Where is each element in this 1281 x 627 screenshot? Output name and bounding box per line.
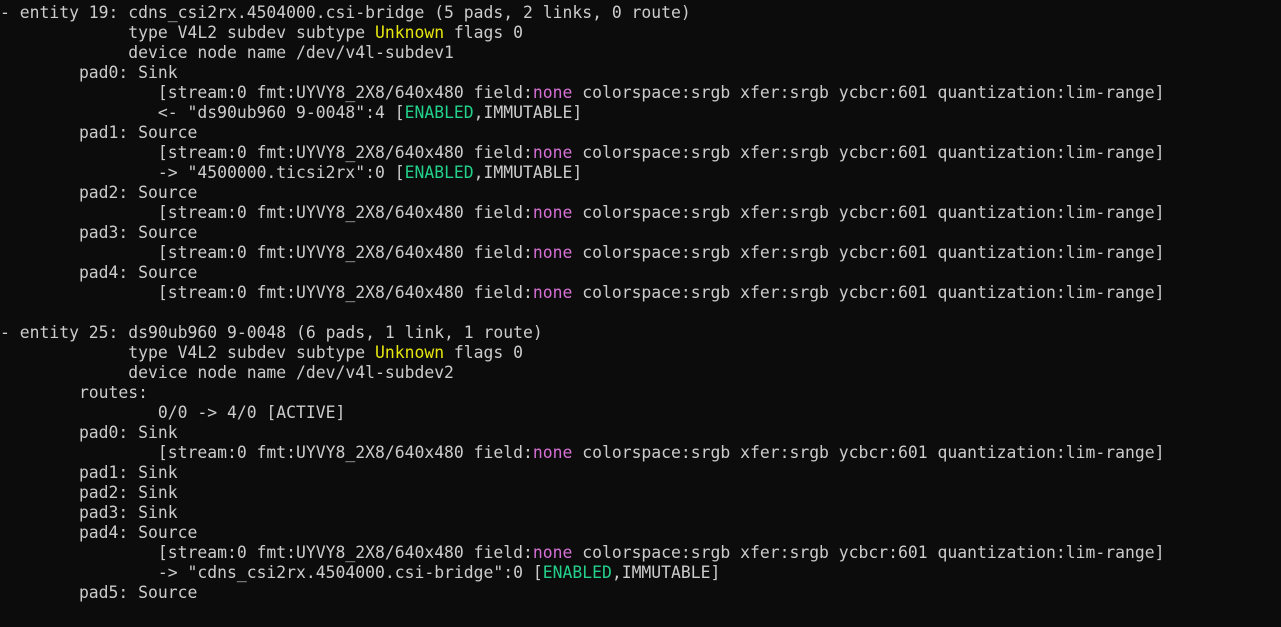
terminal-text-segment: device node name /dev/v4l-subdev2: [0, 363, 454, 382]
terminal-text-segment: pad1: Sink: [0, 463, 178, 482]
terminal-line-entity-25-pad0-format: [stream:0 fmt:UYVY8_2X8/640x480 field:no…: [0, 443, 1165, 463]
terminal-text-segment: none: [532, 283, 573, 302]
terminal-text-segment: ENABLED: [542, 563, 612, 582]
terminal-text-segment: pad3: Source: [0, 223, 198, 242]
terminal-text-segment: colorspace:srgb xfer:srgb ycbcr:601 quan…: [572, 283, 1165, 302]
terminal-line-entity-19-pad4: pad4: Source: [0, 263, 197, 283]
terminal-text-segment: colorspace:srgb xfer:srgb ycbcr:601 quan…: [572, 443, 1165, 462]
terminal-text-segment: colorspace:srgb xfer:srgb ycbcr:601 quan…: [572, 143, 1165, 162]
terminal-text-segment: ENABLED: [404, 103, 474, 122]
terminal-text-segment: flags 0: [444, 23, 524, 42]
terminal-text-segment: type V4L2 subdev subtype: [0, 23, 375, 42]
terminal-line-entity-25-routes: routes:: [0, 383, 148, 403]
terminal-text-segment: pad2: Source: [0, 183, 198, 202]
terminal-text-segment: 0/0 -> 4/0 [ACTIVE]: [0, 403, 346, 422]
terminal-text-segment: none: [532, 83, 573, 102]
terminal-text-segment: ,IMMUTABLE]: [473, 163, 583, 182]
terminal-line-entity-19-pad0: pad0: Sink: [0, 63, 178, 83]
terminal-line-entity-25-pad4: pad4: Source: [0, 523, 197, 543]
terminal-text-segment: colorspace:srgb xfer:srgb ycbcr:601 quan…: [572, 543, 1165, 562]
terminal-text-segment: routes:: [0, 383, 149, 402]
terminal-text-segment: none: [532, 543, 573, 562]
terminal-line-entity-25-pad4-format: [stream:0 fmt:UYVY8_2X8/640x480 field:no…: [0, 543, 1165, 563]
terminal-text-segment: [stream:0 fmt:UYVY8_2X8/640x480 field:: [0, 83, 533, 102]
terminal-line-entity-25-device-node: device node name /dev/v4l-subdev2: [0, 363, 454, 383]
terminal-line-entity-25-pad2: pad2: Sink: [0, 483, 178, 503]
terminal-text-segment: pad4: Source: [0, 523, 198, 542]
terminal-text-segment: -> "cdns_csi2rx.4504000.csi-bridge":0 [: [0, 563, 543, 582]
terminal-output[interactable]: - entity 19: cdns_csi2rx.4504000.csi-bri…: [0, 0, 1281, 627]
terminal-text-segment: [stream:0 fmt:UYVY8_2X8/640x480 field:: [0, 543, 533, 562]
terminal-line-entity-19-pad3-format: [stream:0 fmt:UYVY8_2X8/640x480 field:no…: [0, 243, 1165, 263]
terminal-line-entity-25-pad1: pad1: Sink: [0, 463, 178, 483]
terminal-text-segment: ,IMMUTABLE]: [611, 563, 721, 582]
terminal-text-segment: flags 0: [444, 343, 524, 362]
terminal-text-segment: none: [532, 143, 573, 162]
terminal-text-segment: none: [532, 203, 573, 222]
terminal-line-entity-19-pad2: pad2: Source: [0, 183, 197, 203]
terminal-line-entity-19-pad0-link: <- "ds90ub960 9-0048":4 [ENABLED,IMMUTAB…: [0, 103, 582, 123]
terminal-line-entity-25-pad4-link: -> "cdns_csi2rx.4504000.csi-bridge":0 [E…: [0, 563, 721, 583]
terminal-text-segment: colorspace:srgb xfer:srgb ycbcr:601 quan…: [572, 243, 1165, 262]
terminal-text-segment: [stream:0 fmt:UYVY8_2X8/640x480 field:: [0, 283, 533, 302]
terminal-text-segment: device node name /dev/v4l-subdev1: [0, 43, 454, 62]
terminal-text-segment: Unknown: [374, 343, 445, 362]
terminal-line-entity-25-header: - entity 25: ds90ub960 9-0048 (6 pads, 1…: [0, 323, 543, 343]
terminal-text-segment: colorspace:srgb xfer:srgb ycbcr:601 quan…: [572, 83, 1165, 102]
terminal-text-segment: pad3: Sink: [0, 503, 178, 522]
terminal-text-segment: [stream:0 fmt:UYVY8_2X8/640x480 field:: [0, 143, 533, 162]
terminal-text-segment: [stream:0 fmt:UYVY8_2X8/640x480 field:: [0, 443, 533, 462]
terminal-text-segment: type V4L2 subdev subtype: [0, 343, 375, 362]
terminal-line-entity-25-pad0: pad0: Sink: [0, 423, 178, 443]
terminal-text-segment: pad5: Source: [0, 583, 198, 602]
terminal-line-entity-19-header: - entity 19: cdns_csi2rx.4504000.csi-bri…: [0, 3, 691, 23]
terminal-text-segment: none: [532, 443, 573, 462]
terminal-line-entity-19-pad1-link: -> "4500000.ticsi2rx":0 [ENABLED,IMMUTAB…: [0, 163, 582, 183]
terminal-text-segment: ,IMMUTABLE]: [473, 103, 583, 122]
terminal-line-entity-19-pad2-format: [stream:0 fmt:UYVY8_2X8/640x480 field:no…: [0, 203, 1165, 223]
terminal-line-entity-25-type: type V4L2 subdev subtype Unknown flags 0: [0, 343, 523, 363]
terminal-line-entity-19-device-node: device node name /dev/v4l-subdev1: [0, 43, 454, 63]
terminal-line-entity-19-pad0-format: [stream:0 fmt:UYVY8_2X8/640x480 field:no…: [0, 83, 1165, 103]
terminal-line-entity-25-pad5: pad5: Source: [0, 583, 197, 603]
terminal-line-entity-19-pad3: pad3: Source: [0, 223, 197, 243]
terminal-text-segment: colorspace:srgb xfer:srgb ycbcr:601 quan…: [572, 203, 1165, 222]
terminal-line-entity-19-pad1-format: [stream:0 fmt:UYVY8_2X8/640x480 field:no…: [0, 143, 1165, 163]
terminal-line-entity-19-type: type V4L2 subdev subtype Unknown flags 0: [0, 23, 523, 43]
terminal-line-entity-19-pad1: pad1: Source: [0, 123, 197, 143]
terminal-line-entity-19-pad4-format: [stream:0 fmt:UYVY8_2X8/640x480 field:no…: [0, 283, 1165, 303]
terminal-line-entity-25-pad3: pad3: Sink: [0, 503, 178, 523]
terminal-text-segment: - entity 25: ds90ub960 9-0048 (6 pads, 1…: [0, 323, 543, 342]
terminal-text-segment: pad1: Source: [0, 123, 198, 142]
terminal-text-segment: Unknown: [374, 23, 445, 42]
terminal-text-segment: -> "4500000.ticsi2rx":0 [: [0, 163, 405, 182]
terminal-text-segment: none: [532, 243, 573, 262]
terminal-line-entity-25-route-0: 0/0 -> 4/0 [ACTIVE]: [0, 403, 346, 423]
terminal-text-segment: <- "ds90ub960 9-0048":4 [: [0, 103, 405, 122]
terminal-text-segment: pad2: Sink: [0, 483, 178, 502]
terminal-text-segment: [stream:0 fmt:UYVY8_2X8/640x480 field:: [0, 203, 533, 222]
terminal-text-segment: ENABLED: [404, 163, 474, 182]
terminal-text-segment: pad0: Sink: [0, 63, 178, 82]
terminal-text-segment: pad0: Sink: [0, 423, 178, 442]
terminal-text-segment: pad4: Source: [0, 263, 198, 282]
terminal-text-segment: [stream:0 fmt:UYVY8_2X8/640x480 field:: [0, 243, 533, 262]
terminal-text-segment: - entity 19: cdns_csi2rx.4504000.csi-bri…: [0, 3, 691, 22]
